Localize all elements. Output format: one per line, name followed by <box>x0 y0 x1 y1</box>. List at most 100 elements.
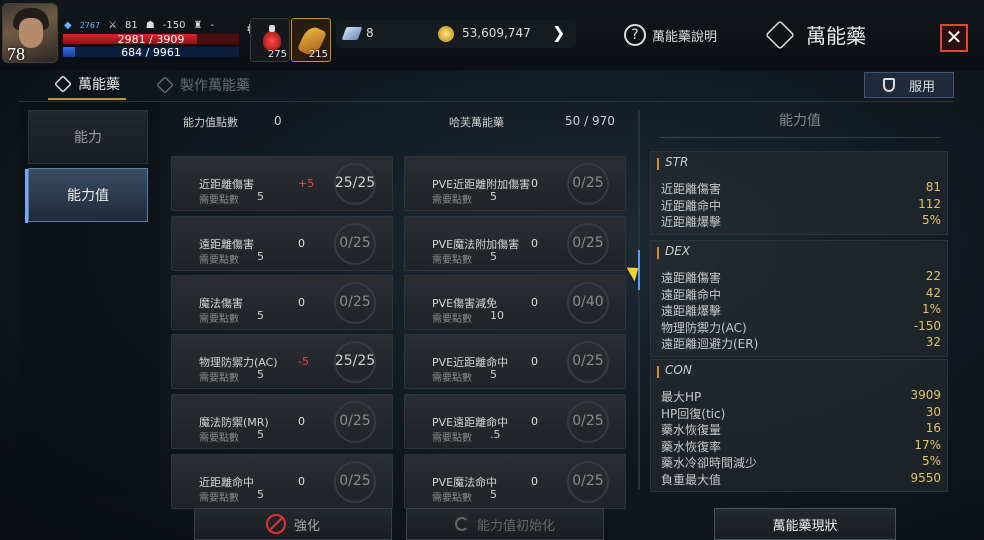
slot-count: 275 <box>267 49 287 60</box>
required-points-label: 需要點數 <box>199 314 239 325</box>
stat-bonus: +5 <box>298 177 315 190</box>
top-hud: 78 ◆ 2767 ⚔ 81 ☗ -150 ♜ - 2981 / 3909 68… <box>0 0 984 70</box>
gold-count: 53,609,747 <box>462 26 531 40</box>
trophy-value: - <box>210 19 215 31</box>
reset-stats-button[interactable]: 能力值初始化 <box>406 508 604 540</box>
stat-value: 32 <box>925 335 941 349</box>
character-avatar[interactable]: 78 <box>2 3 58 64</box>
stat-name: PVE魔法命中 <box>432 476 498 489</box>
stat-value: 9550 <box>910 470 941 485</box>
enhance-label: 強化 <box>293 518 320 534</box>
stat-name: 近距離命中 <box>199 476 254 489</box>
stat-group-header: CON <box>651 360 947 382</box>
stat-cell[interactable]: 魔法防禦(MR) 需要點數 5 0 0/25 <box>171 394 393 449</box>
elixir-slot[interactable]: 215 <box>291 18 331 62</box>
stat-progress: 0/25 <box>572 235 604 251</box>
stat-key: 藥水恢復量 <box>661 423 722 437</box>
elixir-status-label: 萬能藥現狀 <box>772 518 838 534</box>
left-nav: 能力 能力值 <box>18 102 160 494</box>
stat-bonus: 0 <box>531 296 538 309</box>
nav-stats[interactable]: 能力值 <box>25 168 148 223</box>
stat-cell[interactable]: 近距離命中 需要點數 5 0 0/25 <box>171 454 393 509</box>
stat-value: -150 <box>913 318 941 333</box>
required-points-label: 需要點數 <box>432 255 472 266</box>
stat-name: PVE傷害減免 <box>432 297 498 310</box>
stat-bonus: 0 <box>531 355 538 368</box>
required-points-label: 需要點數 <box>432 493 472 504</box>
stat-key: 遠距離命中 <box>661 287 722 302</box>
stat-name: 物理防禦力(AC) <box>199 356 278 369</box>
gold-coin-icon <box>438 26 454 42</box>
stat-value: 112 <box>918 196 941 211</box>
stat-bonus: 0 <box>298 237 305 250</box>
stat-bonus: 0 <box>531 177 538 190</box>
help-button[interactable]: ? 萬能藥說明 <box>624 24 717 46</box>
elixir-status-button[interactable]: 萬能藥現狀 <box>714 508 896 540</box>
required-points-label: 需要點數 <box>199 433 239 444</box>
stat-progress: 0/25 <box>339 235 371 251</box>
hp-text: 2981 / 3909 <box>117 33 185 46</box>
mp-power-icon: ◆ <box>64 19 72 31</box>
stat-group-name: DEX <box>665 244 691 258</box>
mp-power-value: 2767 <box>79 20 101 30</box>
slot-count: 215 <box>308 49 328 60</box>
stat-cell[interactable]: PVE近距離附加傷害 需要點數 5 0 0/25 <box>404 156 626 211</box>
stat-row: 近距離傷害 81 <box>661 180 941 196</box>
group-accent-bar <box>657 366 659 378</box>
stat-progress: 0/25 <box>339 413 371 429</box>
stat-key: 遠距離迴避力(ER) <box>661 337 759 351</box>
required-points-value: 5 <box>490 488 497 501</box>
mp-bar: 684 / 9961 <box>62 46 240 59</box>
stat-key: 近距離命中 <box>661 198 722 213</box>
required-points-label: 需要點數 <box>432 195 472 206</box>
tab-label: 萬能藥 <box>78 77 120 93</box>
chevron-right-icon[interactable]: ❯ <box>552 23 565 42</box>
stat-cell[interactable]: PVE魔法命中 需要點數 5 0 0/25 <box>404 454 626 509</box>
required-points-value: 5 <box>490 368 497 381</box>
stats-panel-title: 能力值 <box>779 113 821 129</box>
stat-row: 物理防禦力(AC) -150 <box>661 319 941 335</box>
stat-cell[interactable]: 遠距離傷害 需要點數 5 0 0/25 <box>171 216 393 271</box>
nav-ability[interactable]: 能力 <box>28 110 148 164</box>
attack-value: 81 <box>125 19 138 31</box>
red-potion-icon <box>263 25 281 51</box>
stat-cell[interactable]: PVE魔法附加傷害 需要點數 5 0 0/25 <box>404 216 626 271</box>
stat-value: 16 <box>925 421 941 435</box>
stat-bonus: 0 <box>531 237 538 250</box>
required-points-label: 需要點數 <box>199 255 239 266</box>
stat-cell[interactable]: PVE近距離命中 需要點數 5 0 0/25 <box>404 334 626 389</box>
total-label: 哈芙萬能藥 <box>449 116 504 129</box>
enhance-button[interactable]: 強化 <box>194 508 392 540</box>
stat-key: HP回復(tic) <box>661 406 726 421</box>
stat-bonus: -5 <box>298 355 309 368</box>
reset-label: 能力值初始化 <box>476 518 555 534</box>
stat-key: 藥水冷卻時間減少 <box>661 456 758 470</box>
stat-cell[interactable]: 近距離傷害 需要點數 5 +5 25/25 <box>171 156 393 211</box>
required-points-value: 5 <box>257 368 264 381</box>
stat-key: 最大HP <box>661 390 702 404</box>
required-points-value: 5 <box>490 190 497 203</box>
stat-bonus: 0 <box>531 475 538 488</box>
page-title: 萬能藥 <box>806 24 866 48</box>
stat-cell[interactable]: PVE傷害減免 需要點數 10 0 0/40 <box>404 275 626 330</box>
craft-crest-icon <box>156 76 174 94</box>
close-button[interactable]: ✕ <box>940 24 968 52</box>
stat-cell[interactable]: PVE遠距離命中 需要點數 .5 0 0/25 <box>404 394 626 449</box>
total-value: 50 / 970 <box>565 114 615 128</box>
points-label: 能力值點數 <box>183 116 238 129</box>
gem-count: 8 <box>366 26 374 40</box>
stats-panel-title-line <box>660 137 940 138</box>
stat-row: 近距離命中 112 <box>661 197 941 213</box>
required-points-value: 5 <box>257 488 264 501</box>
stat-cell[interactable]: 物理防禦力(AC) 需要點數 5 -5 25/25 <box>171 334 393 389</box>
tab-label: 製作萬能藥 <box>180 78 250 94</box>
stat-cell[interactable]: 魔法傷害 需要點數 5 0 0/25 <box>171 275 393 330</box>
hp-potion-slot[interactable]: 275 <box>250 18 290 62</box>
use-button[interactable]: 服用 <box>864 72 954 98</box>
stat-progress: 0/25 <box>572 353 604 369</box>
stat-row: 負重最大值 9550 <box>661 471 941 487</box>
stat-row: 最大HP 3909 <box>661 388 941 404</box>
stat-name: 遠距離傷害 <box>199 238 254 251</box>
tab-elixir[interactable]: 萬能藥 <box>48 70 126 100</box>
tab-craft-elixir[interactable]: 製作萬能藥 <box>150 70 256 100</box>
